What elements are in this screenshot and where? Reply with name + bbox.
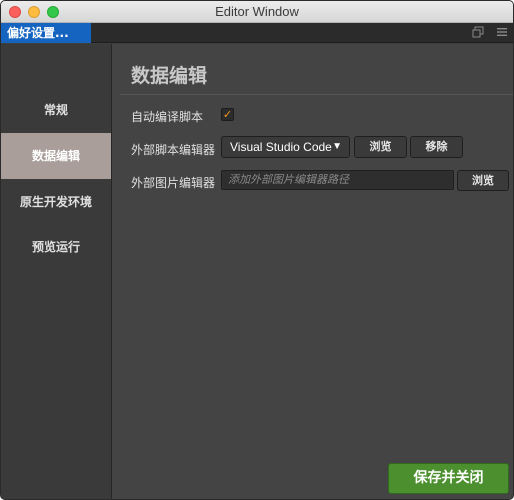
tab-preferences[interactable]: 偏好设置...	[1, 23, 91, 43]
editor-window: Editor Window 偏好设置... 常规 数据编辑 原生开发环境 预览运…	[0, 0, 514, 500]
script-editor-remove-button[interactable]: 移除	[410, 136, 463, 158]
checkmark-icon: ✓	[222, 108, 233, 121]
auto-compile-checkbox[interactable]: ✓	[221, 108, 234, 121]
page-title: 数据编辑	[131, 65, 208, 87]
script-editor-label: 外部脚本编辑器	[131, 143, 216, 157]
image-editor-path-input[interactable]: 添加外部图片编辑器路径	[221, 170, 454, 190]
hamburger-menu-icon[interactable]	[495, 26, 508, 39]
title-divider	[120, 94, 513, 95]
tab-bar: 偏好设置...	[1, 23, 513, 43]
script-editor-browse-button[interactable]: 浏览	[354, 136, 407, 158]
window-title: Editor Window	[215, 4, 299, 19]
script-editor-select[interactable]: Visual Studio Code ▼	[221, 136, 350, 158]
image-editor-label: 外部图片编辑器	[131, 176, 216, 190]
sidebar-item-data-editing[interactable]: 数据编辑	[1, 133, 111, 179]
title-bar: Editor Window	[1, 1, 513, 23]
main-panel: 数据编辑 自动编译脚本 ✓ 外部脚本编辑器 Visual Studio Code…	[112, 44, 513, 499]
sidebar-item-native-env[interactable]: 原生开发环境	[1, 179, 111, 225]
dropdown-arrow-icon: ▼	[332, 141, 342, 152]
popout-icon[interactable]	[471, 26, 484, 39]
sidebar-item-preview-run[interactable]: 预览运行	[1, 224, 111, 270]
auto-compile-label: 自动编译脚本	[131, 110, 204, 124]
image-editor-browse-button[interactable]: 浏览	[457, 170, 509, 191]
sidebar-item-general[interactable]: 常规	[1, 87, 111, 133]
sidebar: 常规 数据编辑 原生开发环境 预览运行	[1, 44, 112, 499]
script-editor-selected: Visual Studio Code	[230, 140, 332, 154]
save-and-close-button[interactable]: 保存并关闭	[388, 463, 509, 494]
